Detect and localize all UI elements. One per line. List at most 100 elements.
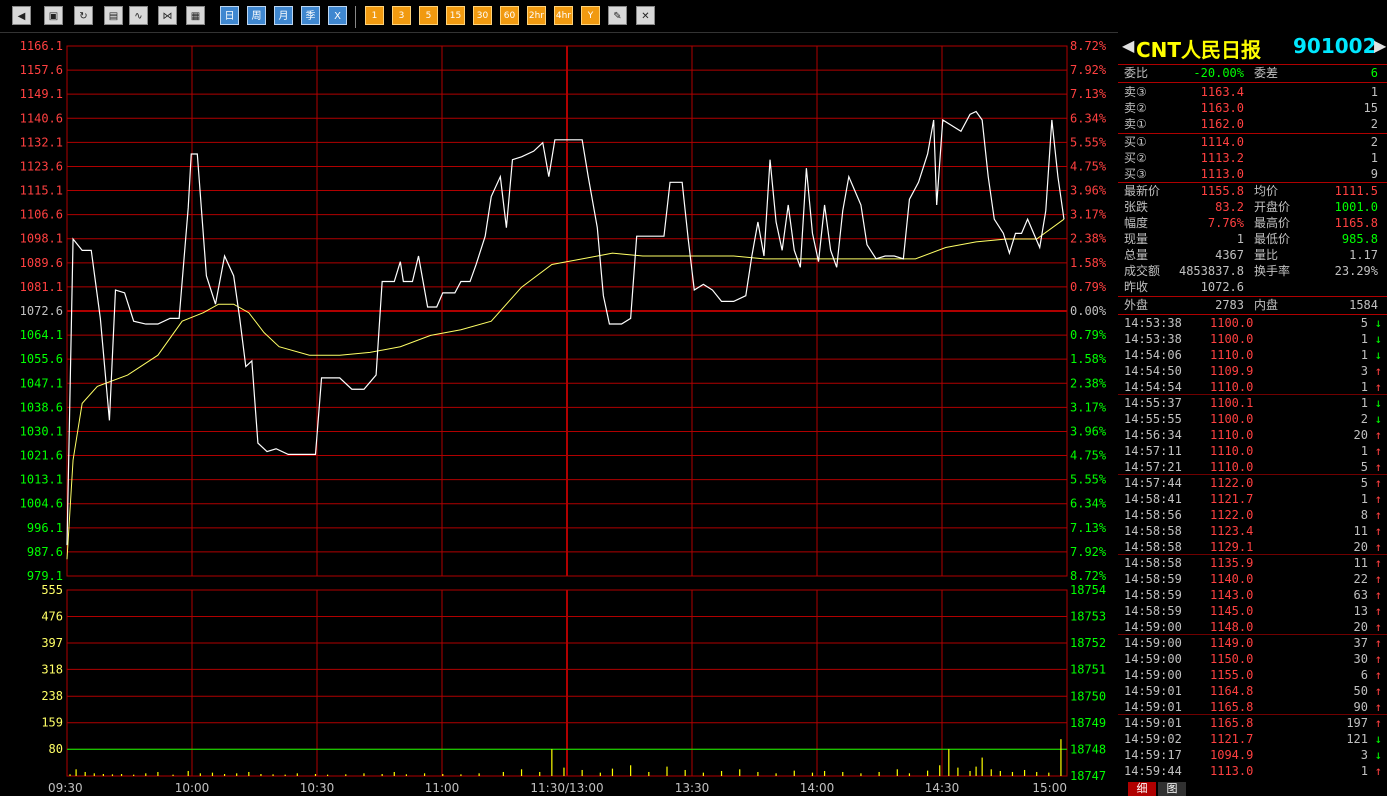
stat-row: 总量 4367 量比 1.17 [1124, 247, 1382, 263]
tick-time: 14:54:50 [1124, 364, 1182, 378]
bid-row: 买② 1113.2 1 [1124, 150, 1382, 166]
stat-label2: 最低价 [1254, 232, 1291, 246]
minute-button-8[interactable]: Y [581, 6, 600, 25]
stat-label: 最新价 [1124, 184, 1161, 198]
up-arrow-icon: ↑ [1374, 508, 1382, 522]
pencil-icon[interactable]: ✎ [608, 6, 627, 25]
clipboard-icon[interactable]: ▤ [104, 6, 123, 25]
tick-volume: 11 [1353, 524, 1368, 538]
tick-price: 1155.0 [1210, 668, 1254, 682]
tab-0[interactable]: 细 [1128, 782, 1156, 796]
tick-time: 14:59:01 [1124, 716, 1182, 730]
ask-volume: 2 [1370, 117, 1378, 131]
ask-label: 卖② [1124, 101, 1147, 115]
volume-tick-label: 555 [41, 583, 63, 597]
stat-label2: 开盘价 [1254, 200, 1291, 214]
next-stock-icon[interactable]: ▶ [1374, 36, 1386, 55]
tick-time: 14:56:34 [1124, 428, 1182, 442]
volume-right-tick-label: 18754 [1070, 583, 1106, 597]
bid-label: 买③ [1124, 167, 1147, 181]
panel-tabs: 细图 [1118, 782, 1387, 796]
tick-row: 14:55:55 1100.0 2 ↓ [1124, 411, 1382, 427]
tick-price: 1129.1 [1210, 540, 1254, 554]
down-arrow-icon: ↓ [1374, 412, 1382, 426]
percent-tick-label: 3.96% [1070, 184, 1107, 198]
bid-label: 买① [1124, 135, 1147, 149]
period-button-0[interactable]: 日 [220, 6, 239, 25]
minute-button-7[interactable]: 4hr [554, 6, 573, 25]
minute-button-6[interactable]: 2hr [527, 6, 546, 25]
price-tick-label: 1072.6 [20, 304, 63, 318]
back-icon[interactable]: ◀ [12, 6, 31, 25]
minute-button-2[interactable]: 5 [419, 6, 438, 25]
tick-volume: 197 [1346, 716, 1368, 730]
chart-icon[interactable]: ∿ [129, 6, 148, 25]
bid-label: 买② [1124, 151, 1147, 165]
bid-volume: 9 [1370, 167, 1378, 181]
volume-tick-label: 238 [41, 689, 63, 703]
indicator-icon[interactable]: ⋈ [158, 6, 177, 25]
tick-row: 14:57:11 1110.0 1 ↑ [1124, 443, 1382, 459]
tick-row: 14:59:00 1155.0 6 ↑ [1124, 667, 1382, 683]
tick-time: 14:59:44 [1124, 764, 1182, 778]
title-row: ◀ CNT人民日报 901002 ▶ [1118, 32, 1387, 62]
period-button-2[interactable]: 月 [274, 6, 293, 25]
percent-tick-label: 5.55% [1070, 473, 1107, 487]
tick-time: 14:58:58 [1124, 540, 1182, 554]
stat-value2: 1111.5 [1334, 184, 1378, 198]
tick-row: 14:59:01 1165.8 90 ↑ [1124, 699, 1382, 715]
tick-price: 1148.0 [1210, 620, 1254, 634]
stat-label2: 换手率 [1254, 264, 1291, 278]
stat-value: 4367 [1215, 248, 1244, 262]
tick-time: 14:57:11 [1124, 444, 1182, 458]
stock-code: 901002 [1293, 34, 1377, 58]
stat-row: 昨收 1072.6 [1124, 279, 1382, 295]
prev-stock-icon[interactable]: ◀ [1122, 36, 1134, 55]
box-icon[interactable]: ▣ [44, 6, 63, 25]
tick-price: 1122.0 [1210, 476, 1254, 490]
stat-value2: 985.8 [1341, 232, 1378, 246]
time-tick-label: 14:30 [925, 781, 960, 795]
minute-button-0[interactable]: 1 [365, 6, 384, 25]
bid-volume: 1 [1370, 151, 1378, 165]
tools-icon[interactable]: ✕ [636, 6, 655, 25]
refresh-icon[interactable]: ↻ [74, 6, 93, 25]
price-tick-label: 1089.6 [20, 256, 63, 270]
stat-row: 幅度 7.76% 最高价 1165.8 [1124, 215, 1382, 231]
down-arrow-icon: ↓ [1374, 316, 1382, 330]
tick-time: 14:57:21 [1124, 460, 1182, 474]
tick-row: 14:59:01 1165.8 197 ↑ [1124, 715, 1382, 731]
stat-label: 昨收 [1124, 280, 1149, 294]
table-icon[interactable]: ▦ [186, 6, 205, 25]
tick-volume: 13 [1353, 604, 1368, 618]
price-tick-label: 1055.6 [20, 352, 63, 366]
volume-tick-label: 397 [41, 636, 63, 650]
percent-tick-label: 5.55% [1070, 135, 1107, 149]
time-tick-label: 14:00 [800, 781, 835, 795]
outer-value: 2783 [1215, 298, 1244, 312]
minute-button-3[interactable]: 15 [446, 6, 465, 25]
period-button-3[interactable]: 季 [301, 6, 320, 25]
up-arrow-icon: ↑ [1374, 444, 1382, 458]
ask-volume: 15 [1363, 101, 1378, 115]
minute-button-5[interactable]: 60 [500, 6, 519, 25]
percent-tick-label: 0.79% [1070, 280, 1107, 294]
tick-price: 1110.0 [1210, 460, 1254, 474]
price-tick-label: 1038.6 [20, 400, 63, 414]
minute-button-4[interactable]: 30 [473, 6, 492, 25]
tick-volume: 1 [1360, 332, 1368, 346]
down-arrow-icon: ↓ [1374, 332, 1382, 346]
up-arrow-icon: ↑ [1374, 684, 1382, 698]
tick-volume: 20 [1353, 620, 1368, 634]
percent-tick-label: 6.34% [1070, 111, 1107, 125]
tick-price: 1100.0 [1210, 316, 1254, 330]
tick-volume: 5 [1360, 316, 1368, 330]
period-button-4[interactable]: X [328, 6, 347, 25]
minute-button-1[interactable]: 3 [392, 6, 411, 25]
tick-row: 14:59:00 1149.0 37 ↑ [1124, 635, 1382, 651]
tab-1[interactable]: 图 [1158, 782, 1186, 796]
tick-row: 14:58:58 1129.1 20 ↑ [1124, 539, 1382, 555]
outer-label: 外盘 [1124, 298, 1149, 312]
tick-volume: 1 [1360, 380, 1368, 394]
period-button-1[interactable]: 周 [247, 6, 266, 25]
